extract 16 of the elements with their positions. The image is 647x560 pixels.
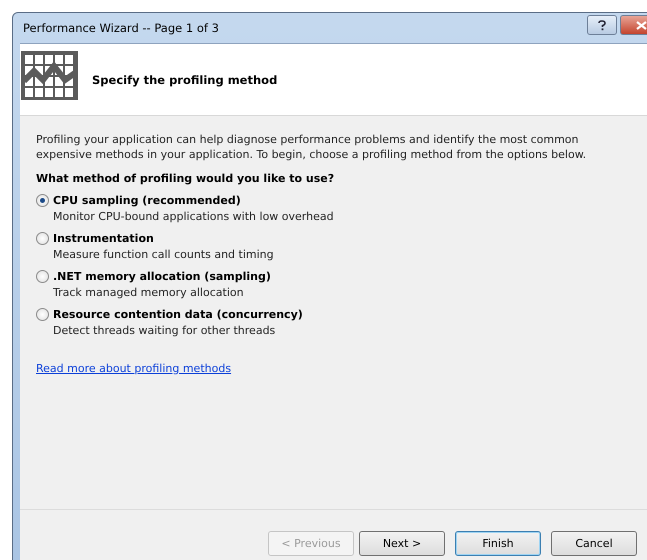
option-description: Measure function call counts and timing [53, 248, 275, 261]
wizard-button[interactable]: Cancel [551, 531, 637, 556]
help-link[interactable]: Read more about profiling methods [36, 362, 232, 375]
intro-text: Profiling your application can help diagnose performance problems and identify the most common expensive methods in your application. To begin, choose a profiling method from the options below. [36, 132, 588, 162]
option-description: Track managed memory allocation [53, 286, 245, 299]
page-heading: Specify the profiling method [92, 72, 278, 86]
option-label[interactable]: .NET memory allocation (sampling) [53, 270, 271, 283]
wizard-button[interactable]: Finish [455, 531, 541, 556]
option-label[interactable]: CPU sampling (recommended) [53, 194, 241, 207]
option-description: Monitor CPU-bound applications with low overhead [53, 210, 335, 223]
question-text: What method of profiling would you like to use? [36, 172, 336, 185]
window-title: Performance Wizard -- Page 1 of 3 [22, 21, 220, 35]
option-label[interactable]: Resource contention data (concurrency) [53, 308, 303, 321]
wizard-button[interactable]: Next > [359, 531, 445, 556]
option-label[interactable]: Instrumentation [53, 232, 154, 245]
option-description: Detect threads waiting for other threads [53, 324, 276, 337]
